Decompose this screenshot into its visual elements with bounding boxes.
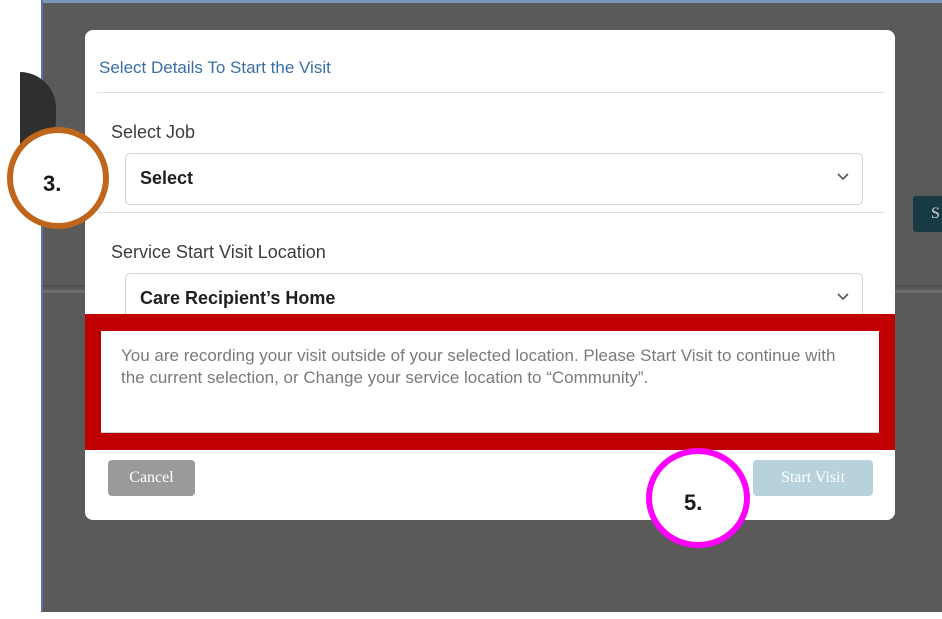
start-visit-button[interactable]: Start Visit [753,460,873,496]
title-divider [97,92,885,93]
step-5-label: 5. [684,490,703,515]
service-location-value: Care Recipient’s Home [140,288,336,308]
step-3-label: 3. [43,171,62,196]
select-job-value: Select [140,168,194,188]
chevron-down-icon [837,293,849,301]
chevron-down-icon [837,173,849,181]
cancel-button[interactable]: Cancel [108,460,195,496]
select-job-dropdown[interactable]: Select [125,153,863,205]
location-warning-text: You are recording your visit outside of … [121,346,836,387]
modal-title: Select Details To Start the Visit [99,58,331,77]
location-warning-box: You are recording your visit outside of … [101,331,879,433]
service-location-label: Service Start Visit Location [111,242,326,262]
step-3-callout: 3. [7,127,109,229]
background-button: S [913,196,942,232]
job-divider [97,212,885,213]
select-job-label: Select Job [111,122,196,142]
step-5-callout: 5. [646,448,750,548]
